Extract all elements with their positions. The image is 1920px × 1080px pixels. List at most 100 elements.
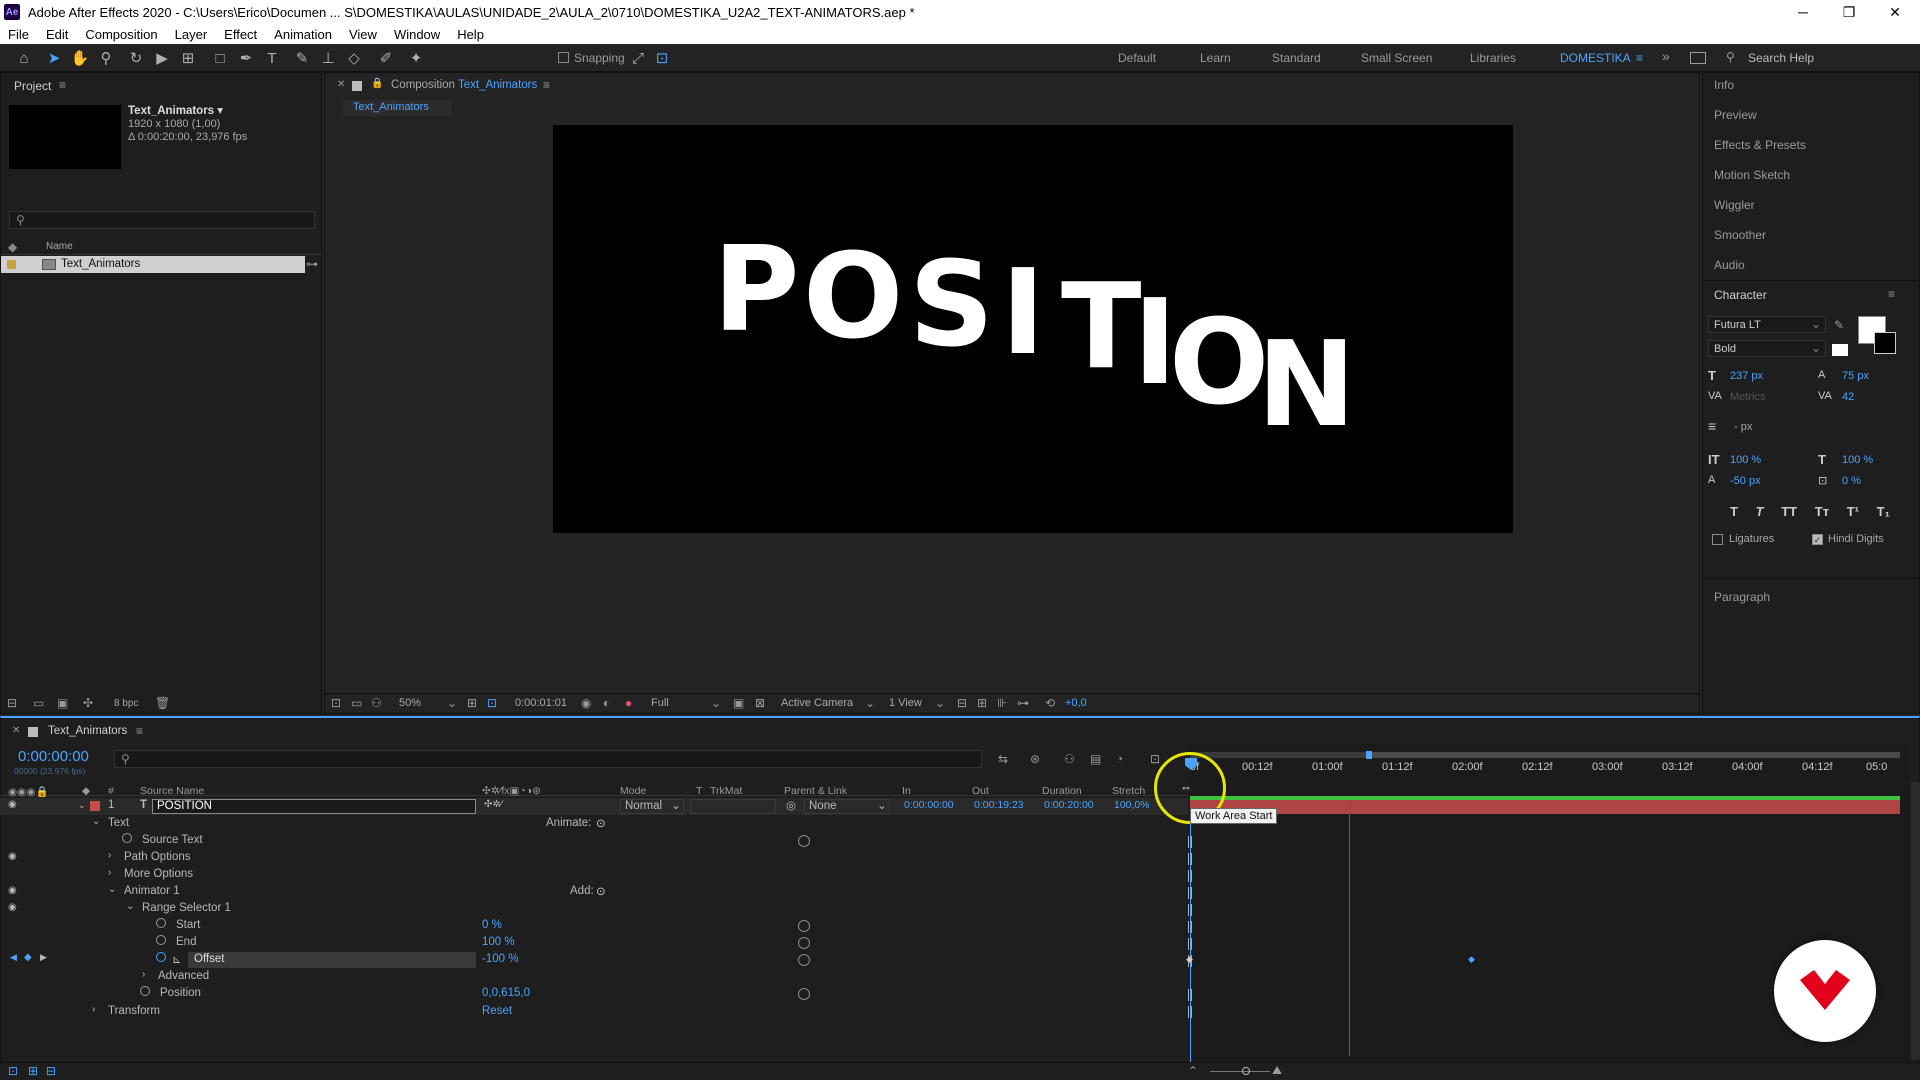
expand-chevron-icon[interactable]: ⌄ <box>126 901 134 912</box>
comp-viewer-canvas[interactable]: POSITION <box>553 125 1513 533</box>
comp-name[interactable]: Text_Animators ▾ <box>128 103 223 117</box>
paragraph-panel-tab[interactable]: Paragraph <box>1714 590 1770 604</box>
range-selector-row[interactable]: ◉ ⌄ Range Selector 1 <box>0 901 1188 918</box>
snap-options-icon[interactable]: ⤢ <box>628 48 648 68</box>
motion-blur-icon[interactable]: ◔ <box>1116 752 1123 766</box>
layer-row[interactable]: ◉ ⌄ 1 T POSITION ✣✲∕ Normal ⌄ ◎ None ⌄ 0… <box>0 798 1188 815</box>
timeline-current-time[interactable]: 0:00:00:00 <box>18 748 89 765</box>
subscript-button[interactable]: T₁ <box>1877 504 1890 520</box>
superscript-button[interactable]: T¹ <box>1847 504 1859 520</box>
transparency-grid-icon[interactable]: ⊡ <box>487 696 497 710</box>
expand-chevron-icon[interactable]: › <box>108 867 111 878</box>
info-panel-tab[interactable]: Info <box>1714 78 1734 92</box>
expression-icon[interactable] <box>798 937 810 949</box>
eye-icon[interactable]: ◉ <box>8 851 17 862</box>
horizontal-scale-value[interactable]: 100 % <box>1842 454 1873 466</box>
trkmat-header[interactable]: TrkMat <box>710 785 742 797</box>
flowchart-icon[interactable]: ⊶ <box>306 257 318 271</box>
start-keyframe-icon[interactable] <box>1188 938 1192 950</box>
path-keyframe-icon[interactable] <box>1188 870 1192 882</box>
shy-layers-icon[interactable]: ⚇ <box>1064 752 1075 766</box>
stretch-header[interactable]: Stretch <box>1112 785 1145 797</box>
show-snapshot-icon[interactable]: ◐ <box>603 696 610 710</box>
wiggler-panel-tab[interactable]: Wiggler <box>1714 198 1755 212</box>
workspace-learn[interactable]: Learn <box>1200 51 1231 65</box>
offset-keyframe-end[interactable]: ◆ <box>1468 954 1475 965</box>
chevron-down-icon[interactable]: ⌄ <box>865 696 875 710</box>
eraser-tool-icon[interactable]: ◇ <box>344 48 364 68</box>
label-color-swatch[interactable] <box>7 260 16 269</box>
maximize-button[interactable]: ❐ <box>1826 0 1872 24</box>
advanced-keyframe-icon[interactable] <box>1188 989 1192 1001</box>
audio-panel-tab[interactable]: Audio <box>1714 258 1745 272</box>
close-tab-icon[interactable]: ✕ <box>337 79 345 90</box>
zoom-out-icon[interactable]: ⌃ <box>1188 1064 1198 1078</box>
type-tool-icon[interactable]: T <box>262 48 282 68</box>
small-caps-button[interactable]: Tт <box>1815 504 1829 520</box>
font-size-value[interactable]: 237 px <box>1730 370 1763 382</box>
stopwatch-icon[interactable] <box>156 935 166 948</box>
prev-keyframe-icon[interactable]: ◀ <box>10 952 17 963</box>
advanced-row[interactable]: › Advanced <box>0 969 1188 986</box>
work-area-end-handle[interactable] <box>1366 751 1372 759</box>
position-value[interactable]: 0,0,615,0 <box>482 987 530 999</box>
expression-icon[interactable] <box>798 988 810 1000</box>
lock-icon[interactable]: 🔒 <box>371 78 383 89</box>
source-text-row[interactable]: Source Text <box>0 833 1188 850</box>
position-row[interactable]: Position 0,0,615,0 <box>0 986 1188 1003</box>
animate-menu-icon[interactable]: ⊙ <box>596 816 606 830</box>
graph-icon[interactable]: ⊾ <box>172 952 182 966</box>
transfer-controls-toggle-icon[interactable]: ⊞ <box>28 1064 38 1078</box>
text-group-row[interactable]: ⌄ Text Animate: ⊙ <box>0 816 1188 833</box>
expand-chevron-icon[interactable]: › <box>108 850 111 861</box>
animator-keyframe-icon[interactable] <box>1188 904 1192 916</box>
stopwatch-active-icon[interactable] <box>156 952 166 965</box>
toggle-pixel-aspect-icon[interactable]: ⊟ <box>957 696 967 710</box>
workspace-standard[interactable]: Standard <box>1272 51 1321 65</box>
selection-tool-icon[interactable]: ➤ <box>44 48 64 68</box>
comp-subtab[interactable]: Text_Animators <box>343 100 451 116</box>
trash-icon[interactable]: 🗑 <box>155 696 170 710</box>
options-keyframe-icon[interactable] <box>1188 887 1192 899</box>
layer-name-field[interactable]: POSITION <box>152 799 476 814</box>
menu-animation[interactable]: Animation <box>274 27 332 42</box>
brush-tool-icon[interactable]: ✎ <box>292 48 312 68</box>
eye-icon[interactable]: ◉ <box>8 885 17 896</box>
workspace-menu-icon[interactable]: ≡ <box>1636 51 1643 65</box>
animator-row[interactable]: ◉ ⌄ Animator 1 Add: ⊙ <box>0 884 1188 901</box>
home-icon[interactable]: ⌂ <box>14 48 34 68</box>
workspace-small-screen[interactable]: Small Screen <box>1361 51 1432 65</box>
add-keyframe-icon[interactable]: ◆ <box>24 952 32 963</box>
end-row[interactable]: End 100 % <box>0 935 1188 952</box>
smoother-panel-tab[interactable]: Smoother <box>1714 228 1766 242</box>
faux-italic-button[interactable]: T <box>1756 504 1764 520</box>
expression-icon[interactable] <box>798 835 810 847</box>
chevron-down-icon[interactable]: ⌄ <box>711 696 721 710</box>
channel-icon[interactable]: ● <box>625 696 632 710</box>
layer-out-time[interactable]: 0:00:19:23 <box>974 799 1024 811</box>
offset-row[interactable]: ◀ ◆ ▶ ⊾ Offset -100 % <box>0 952 1188 969</box>
monitor-icon[interactable]: ▭ <box>351 696 362 710</box>
zoom-slider-handle[interactable] <box>1242 1067 1250 1075</box>
composition-mini-flowchart-icon[interactable]: ⇆ <box>998 752 1008 766</box>
leading-value[interactable]: 75 px <box>1842 370 1869 382</box>
work-area-bar[interactable] <box>1190 751 1900 759</box>
puppet-tool-icon[interactable]: ✦ <box>406 48 426 68</box>
pick-whip-icon[interactable]: ◎ <box>786 798 796 812</box>
out-header[interactable]: Out <box>972 785 989 797</box>
view-layout-select[interactable]: 1 View <box>889 697 922 709</box>
range-keyframe-icon[interactable] <box>1188 921 1192 933</box>
expand-chevron-icon[interactable]: ⌄ <box>78 800 86 811</box>
source-name-header[interactable]: Source Name <box>140 785 204 797</box>
layer-stretch[interactable]: 100,0% <box>1114 799 1150 811</box>
camera-tool-icon[interactable]: ▶ <box>152 48 172 68</box>
transparency-toggle-icon[interactable]: ⊠ <box>755 696 765 710</box>
pan-behind-tool-icon[interactable]: ⊞ <box>178 48 198 68</box>
snapping-checkbox[interactable] <box>558 52 569 63</box>
more-workspaces-icon[interactable]: » <box>1662 48 1670 64</box>
name-column-header[interactable]: Name <box>46 241 73 252</box>
kerning-value[interactable]: Metrics <box>1730 391 1765 403</box>
bit-depth-button[interactable]: 8 bpc <box>114 698 138 709</box>
layer-switches-icon[interactable]: ✣✲∕ <box>484 799 502 810</box>
effects-presets-panel-tab[interactable]: Effects & Presets <box>1714 138 1806 152</box>
